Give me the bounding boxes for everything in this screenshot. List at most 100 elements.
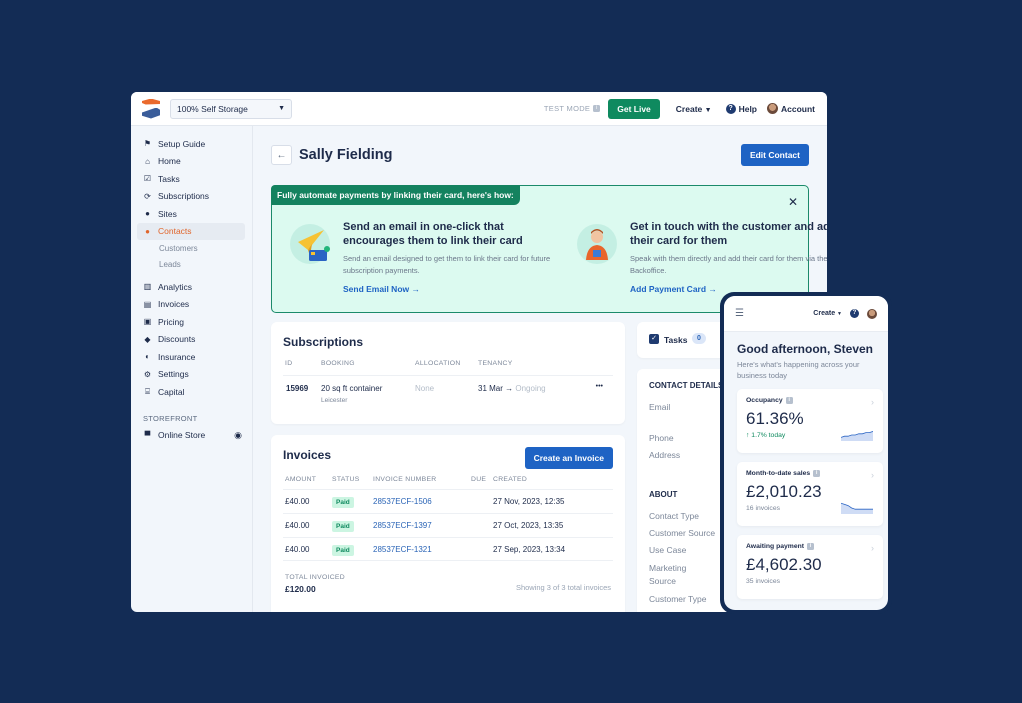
more-menu-icon[interactable]: ••• [596,383,603,390]
eye-icon[interactable]: ◉ [234,430,242,441]
site-select[interactable]: 100% Self Storage ▼ [170,98,292,119]
account-label: Account [781,103,815,114]
invoice-number-link[interactable]: 28537ECF-1506 [373,497,432,506]
account-button[interactable]: Account [767,103,815,114]
test-mode-label: TEST MODE i [544,104,601,113]
sidebar-item-contacts[interactable]: ● Contacts [137,222,245,240]
sidebar-item-label: Setup Guide [158,138,206,149]
send-email-link[interactable]: Send Email Now → [343,284,553,294]
page-title: Sally Fielding [299,147,393,163]
receipt-icon: ▤ [143,299,152,309]
field-phone: Phone [649,433,674,443]
hamburger-menu-icon[interactable]: ☰ [735,308,744,319]
help-button[interactable]: ? Help [725,103,757,114]
sidebar-item-setup-guide[interactable]: ⚑ Setup Guide [131,135,252,153]
logo-icon[interactable] [142,98,160,119]
field-marketing-source: Marketing Source [649,563,687,586]
sidebar-item-label: Home [158,156,181,167]
kpi-value: £2,010.23 [746,482,822,501]
kpi-awaiting-payment[interactable]: Awaiting payment i £4,602.30 35 invoices … [737,535,883,599]
info-icon: i [785,397,793,404]
col-header: STATUS [332,476,360,483]
table-row[interactable]: £40.00 Paid 28537ECF-1321 27 Sep, 2023, … [283,537,613,561]
sidebar-item-label: Sites [158,208,177,219]
col-header: INVOICE NUMBER [373,476,437,483]
chevron-down-icon: ▼ [278,105,285,112]
allocation: None [415,384,435,393]
create-invoice-button[interactable]: Create an Invoice [524,447,613,469]
sidebar-item-label: Capital [158,386,185,397]
col-header: TENANCY [478,360,513,367]
table-row[interactable]: £40.00 Paid 28537ECF-1397 27 Oct, 2023, … [283,513,613,537]
tasks-label: Tasks [664,335,688,345]
tag-icon: ◆ [144,334,151,344]
col-header: AMOUNT [285,476,317,483]
create-menu[interactable]: Create ▼ [676,104,712,114]
mobile-device: ☰ Create ▼ ? Good afternoon, Steven Here… [720,292,892,614]
sidebar-item-analytics[interactable]: ▥ Analytics [131,278,252,296]
showing-count: Showing 3 of 3 total invoices [515,583,611,592]
sidebar-item-label: Insurance [158,351,196,362]
info-icon: i [807,543,815,550]
kpi-occupancy[interactable]: Occupancy i 61.36% ↑ 1.7% today › [737,389,883,453]
mobile-create-menu[interactable]: Create ▼ [813,310,842,317]
greeting-subtitle: Here's what's happening across your busi… [737,360,860,380]
sidebar-item-home[interactable]: ⌂ Home [131,153,252,171]
phone-option-title: Get in touch with the customer and add t… [630,221,827,247]
field-use-case: Use Case [649,545,687,555]
kpi-sub: 35 invoices [746,578,781,585]
tenancy-end: Ongoing [515,384,546,393]
sidebar-item-pricing[interactable]: ▣ Pricing [131,313,252,331]
sidebar-item-label: Analytics [158,281,193,292]
status-badge: Paid [332,497,354,508]
sidebar-item-invoices[interactable]: ▤ Invoices [131,296,252,314]
kpi-month-to-date-sales[interactable]: Month-to-date sales i £2,010.23 16 invoic… [737,462,883,526]
close-icon[interactable]: ✕ [788,195,798,209]
tasks-count-badge: 0 [692,333,706,344]
sidebar-item-insurance[interactable]: ◐ Insurance [131,348,252,366]
chevron-right-icon: › [871,470,874,480]
email-option: Send an email in one-click that encourag… [343,220,553,294]
sidebar-item-online-store[interactable]: ▀ Online Store ◉ [131,427,252,445]
invoice-created: 27 Oct, 2023, 13:35 [493,521,564,530]
sidebar-item-capital[interactable]: ⌸ Capital [131,383,252,401]
invoice-amount: £40.00 [285,497,310,506]
help-icon[interactable]: ? [850,309,859,318]
sidebar-item-sites[interactable]: ● Sites [131,205,252,223]
col-header: DUE [471,476,487,483]
chevron-right-icon: › [871,543,874,553]
help-icon: ? [725,103,736,114]
sidebar-item-settings[interactable]: ⚙ Settings [131,366,252,384]
field-customer-source: Customer Source [649,528,716,538]
kpi-value: £4,602.30 [746,555,822,574]
user-icon: ● [145,226,150,236]
invoice-number-link[interactable]: 28537ECF-1397 [373,521,432,530]
table-row[interactable]: 15969 20 sq ft container Leicester None … [283,375,613,415]
info-icon[interactable]: i [593,105,601,112]
subscriptions-title: Subscriptions [283,335,364,349]
back-button[interactable]: ← [271,145,292,165]
about-heading: ABOUT [649,490,678,499]
sidebar-subitem-leads[interactable]: Leads [131,257,252,274]
sidebar-item-label: Discounts [158,334,196,345]
sidebar-subitem-customers[interactable]: Customers [131,240,252,257]
col-header: CREATED [493,476,528,483]
info-icon: i [813,470,821,477]
invoice-number-link[interactable]: 28537ECF-1321 [373,545,432,554]
sidebar-item-tasks[interactable]: ☑ Tasks [131,170,252,188]
sidebar-item-subscriptions[interactable]: ⟳ Subscriptions [131,188,252,206]
email-option-desc: Send an email designed to get them to li… [343,254,551,275]
sidebar-item-discounts[interactable]: ◆ Discounts [131,331,252,349]
checkbox-icon: ☑ [143,174,152,184]
field-address: Address [649,450,681,460]
table-row[interactable]: £40.00 Paid 28537ECF-1506 27 Nov, 2023, … [283,489,613,513]
edit-contact-button[interactable]: Edit Contact [740,144,809,166]
contact-details-heading: CONTACT DETAILS [649,381,724,390]
col-header: BOOKING [321,360,355,367]
get-live-button[interactable]: Get Live [608,98,660,119]
avatar[interactable] [867,308,877,319]
top-bar: 100% Self Storage ▼ TEST MODE i Get Live C… [131,92,827,126]
phone-option-desc: Speak with them directly and add their c… [630,254,827,275]
mobile-create-label: Create [813,310,836,317]
arrow-left-icon: ← [276,149,287,161]
